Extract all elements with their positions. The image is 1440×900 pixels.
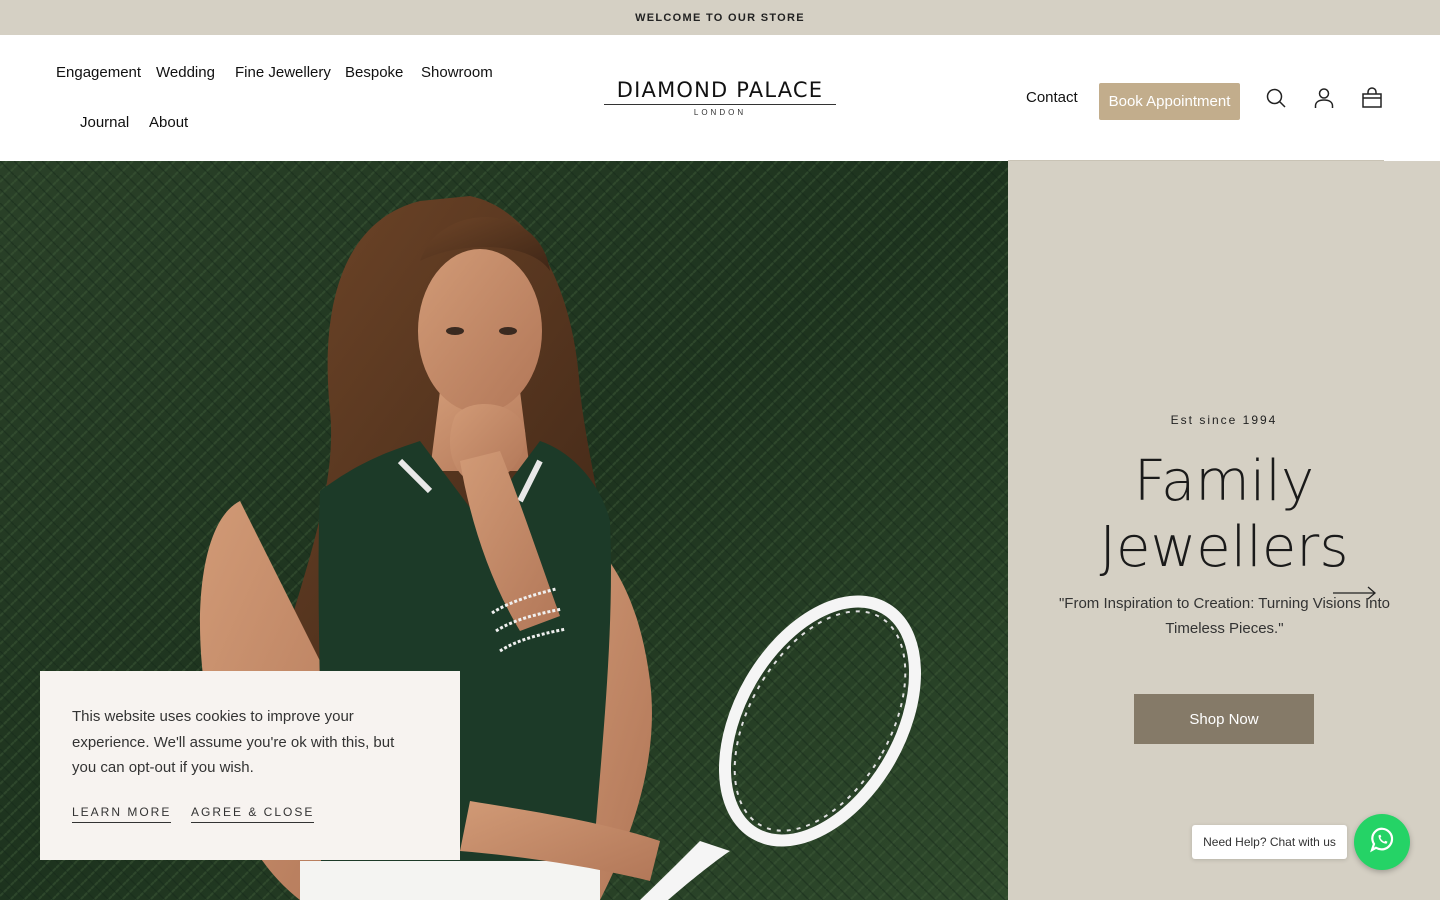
shop-now-button[interactable]: Shop Now — [1134, 694, 1314, 744]
nav-item-journal[interactable]: Journal — [80, 114, 129, 131]
announcement-text: WELCOME TO OUR STORE — [635, 11, 805, 24]
announcement-bar: WELCOME TO OUR STORE — [0, 0, 1440, 35]
site-header: Engagement Wedding Fine Jewellery Bespok… — [0, 35, 1440, 161]
nav-item-engagement[interactable]: Engagement — [56, 64, 141, 81]
site-logo[interactable]: DIAMOND PALACE LONDON — [600, 79, 840, 117]
hero-title-line2: Jewellers — [1099, 515, 1349, 580]
arrow-right-icon[interactable] — [1333, 585, 1377, 601]
whatsapp-icon — [1366, 824, 1398, 861]
whatsapp-help-bubble[interactable]: Need Help? Chat with us — [1192, 825, 1347, 859]
logo-wordmark: DIAMOND PALACE — [616, 78, 824, 102]
nav-item-about[interactable]: About — [149, 114, 188, 131]
hero-title-line1: Family — [1133, 449, 1315, 514]
contact-link[interactable]: Contact — [1026, 89, 1078, 106]
hero-panel: Est since 1994 Family Jewellers "From In… — [1008, 161, 1440, 900]
cookie-banner: This website uses cookies to improve you… — [40, 671, 460, 860]
whatsapp-chat-button[interactable] — [1354, 814, 1410, 870]
nav-item-bespoke[interactable]: Bespoke — [345, 64, 403, 81]
book-appointment-button[interactable]: Book Appointment — [1099, 83, 1240, 120]
logo-divider — [604, 104, 836, 105]
hero-title: Family Jewellers — [1008, 449, 1440, 581]
cookie-agree-button[interactable]: AGREE & CLOSE — [191, 805, 315, 823]
cookie-message: This website uses cookies to improve you… — [72, 708, 395, 776]
account-icon[interactable] — [1312, 86, 1336, 110]
logo-location: LONDON — [693, 108, 747, 117]
search-icon[interactable] — [1264, 86, 1288, 110]
cookie-learn-more-link[interactable]: LEARN MORE — [72, 805, 172, 823]
cart-icon[interactable] — [1360, 86, 1384, 110]
hero-eyebrow: Est since 1994 — [1170, 413, 1278, 427]
nav-item-fine-jewellery[interactable]: Fine Jewellery — [235, 64, 331, 81]
nav-item-showroom[interactable]: Showroom — [421, 64, 493, 81]
nav-item-wedding[interactable]: Wedding — [156, 64, 215, 81]
